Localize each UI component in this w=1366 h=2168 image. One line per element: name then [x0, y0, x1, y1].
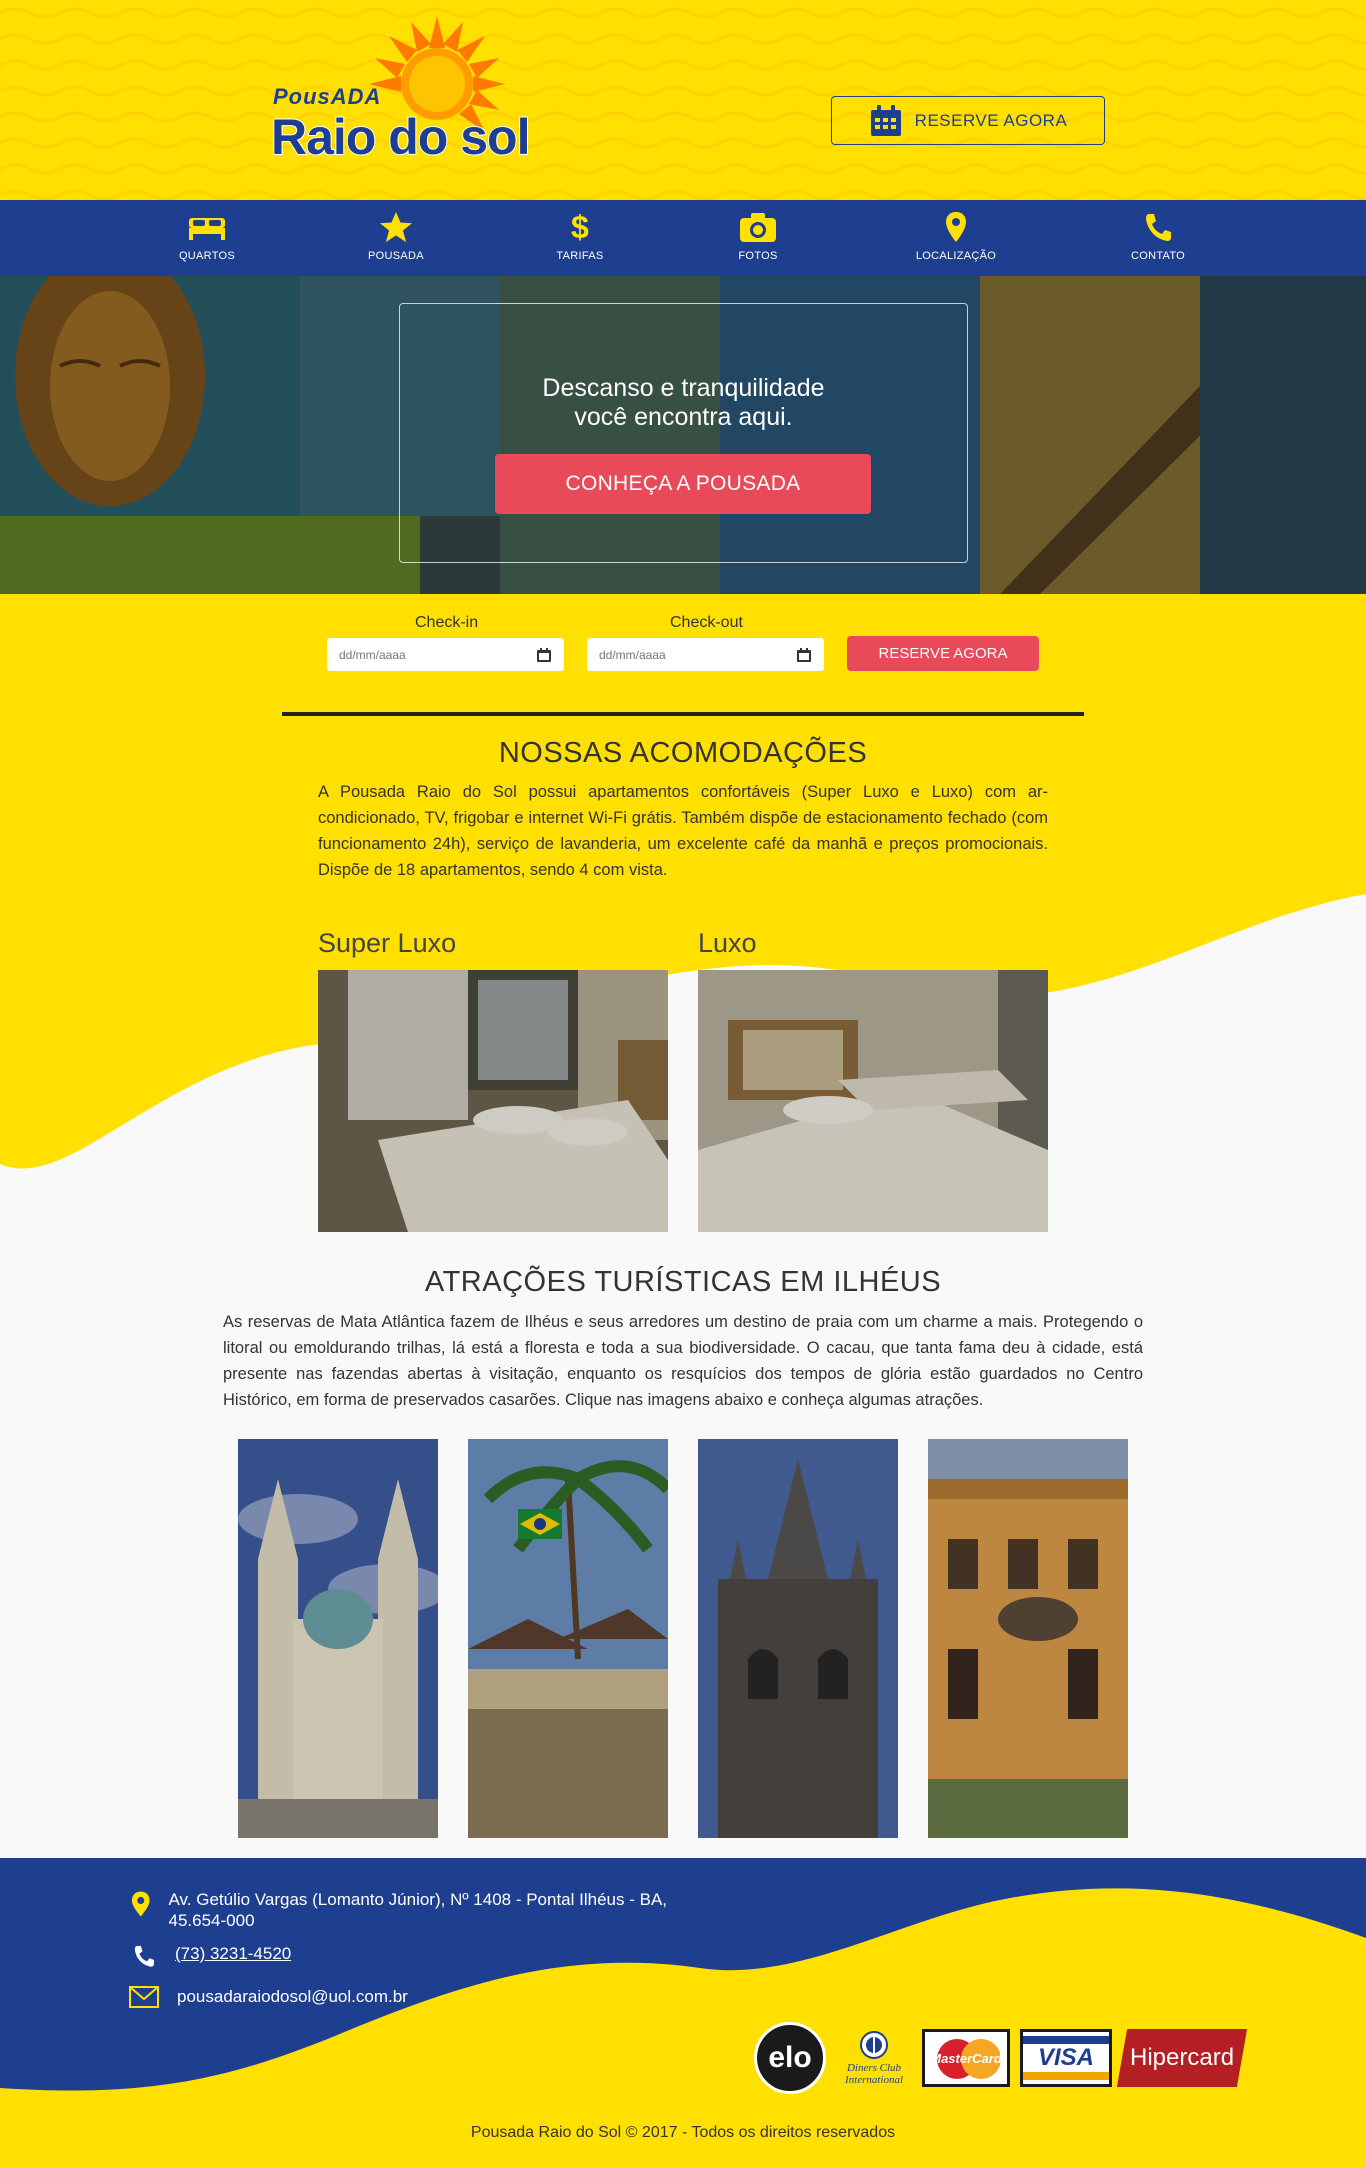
elo-logo-text: elo: [768, 2041, 812, 2074]
calendar-icon: [537, 647, 551, 662]
main-nav: QUARTOS POUSADA $ TARIFAS FOTOS LOCALIZA…: [0, 200, 1366, 276]
reserve-now-header-button[interactable]: RESERVE AGORA: [831, 96, 1105, 145]
visa-logo: VISA: [1020, 2029, 1112, 2087]
checkout-date-input[interactable]: dd/mm/aaaa: [587, 638, 824, 671]
checkout-placeholder: dd/mm/aaaa: [599, 647, 666, 662]
attraction-photo-historic-center[interactable]: [928, 1439, 1128, 1838]
attractions-title: ATRAÇÕES TURÍSTICAS EM ILHÉUS: [424, 1266, 942, 1298]
room-photo-super-luxo[interactable]: [318, 970, 668, 1232]
diners-line2: International: [844, 2073, 904, 2086]
dollar-icon: $: [571, 210, 589, 244]
hero-tagline: Descanso e tranquilidade você encontra a…: [400, 374, 967, 432]
checkin-placeholder: dd/mm/aaaa: [339, 647, 406, 662]
logo-subtitle: PousADA: [273, 84, 382, 109]
gothic-church-image: [698, 1439, 898, 1838]
site-header: PousADA Raio do sol RESERVE AGORA: [0, 0, 1366, 200]
elo-card-logo: elo: [754, 2022, 826, 2094]
logo[interactable]: PousADA Raio do sol: [265, 12, 545, 182]
attraction-photo-gothic-church[interactable]: [698, 1439, 898, 1838]
nav-item-tarifas[interactable]: $ TARIFAS: [510, 210, 650, 262]
reserve-now-button[interactable]: RESERVE AGORA: [847, 636, 1039, 671]
checkout-label: Check-out: [670, 614, 743, 631]
attractions-description: As reservas de Mata Atlântica fazem de I…: [223, 1313, 1143, 1409]
hero-tagline-line2: você encontra aqui.: [574, 403, 793, 431]
attraction-photo-beach[interactable]: [468, 1439, 668, 1838]
nav-label: CONTATO: [1130, 250, 1186, 262]
nav-item-quartos[interactable]: QUARTOS: [137, 210, 277, 262]
accommodations-description: A Pousada Raio do Sol possui apartamento…: [318, 783, 1048, 879]
hero-banner: Descanso e tranquilidade você encontra a…: [0, 276, 1366, 594]
mastercard-logo: MasterCard: [922, 2029, 1010, 2087]
nav-item-contato[interactable]: CONTATO: [1088, 210, 1228, 262]
room-title-luxo: Luxo: [698, 928, 757, 958]
section-divider: [282, 712, 1084, 716]
beach-image: [468, 1439, 668, 1838]
nav-item-localizacao[interactable]: LOCALIZAÇÃO: [886, 210, 1026, 262]
camera-icon: [740, 213, 776, 242]
payment-methods: elo Diners Club International MasterCard…: [754, 2018, 1248, 2098]
diners-line1: Diners Club: [846, 2061, 902, 2074]
nav-item-pousada[interactable]: POUSADA: [326, 210, 466, 262]
hipercard-text: Hipercard: [1129, 2044, 1235, 2071]
email-text: pousadaraiodosol@uol.com.br: [177, 1987, 408, 2006]
room-photo-luxo[interactable]: [698, 970, 1048, 1232]
map-pin-icon: [946, 212, 966, 242]
checkin-label: Check-in: [415, 614, 479, 631]
mastercard-text: MasterCard: [930, 2050, 1002, 2066]
address-text: Av. Getúlio Vargas (Lomanto Júnior), Nº …: [168, 1890, 668, 1930]
yellow-wave-background: [0, 594, 1366, 1169]
room-title-super-luxo: Super Luxo: [318, 928, 457, 958]
attraction-photo-cathedral[interactable]: [238, 1439, 438, 1838]
phone-icon: [134, 1946, 154, 1967]
visa-text: VISA: [1037, 2044, 1094, 2071]
checkin-date-input[interactable]: dd/mm/aaaa: [327, 638, 564, 671]
nav-label: LOCALIZAÇÃO: [915, 250, 997, 262]
star-icon: [380, 212, 412, 242]
discover-pousada-button[interactable]: CONHEÇA A POUSADA: [495, 454, 871, 514]
cathedral-image: [238, 1439, 438, 1838]
footer-phone: (73) 3231-4520: [131, 1943, 291, 1969]
accommodations-title: NOSSAS ACOMODAÇÕES: [498, 737, 868, 769]
phone-icon: [1146, 214, 1171, 241]
calendar-icon: [797, 647, 811, 662]
nav-label: POUSADA: [368, 250, 424, 262]
map-pin-icon: [131, 1891, 150, 1917]
envelope-icon: [129, 1986, 159, 2008]
nav-label: QUARTOS: [178, 250, 236, 262]
nav-label: FOTOS: [738, 250, 778, 262]
luxo-image: [698, 970, 1048, 1232]
super-luxo-image: [318, 970, 668, 1232]
historic-center-image: [928, 1439, 1128, 1838]
diners-card-logo: Diners Club International: [836, 2030, 912, 2086]
wave-pattern: [0, 0, 1366, 200]
logo-title: Raio do sol: [270, 108, 531, 166]
footer-address: Av. Getúlio Vargas (Lomanto Júnior), Nº …: [131, 1889, 691, 1931]
bed-icon: [189, 218, 225, 240]
phone-link[interactable]: (73) 3231-4520: [175, 1943, 291, 1964]
svg-text:$: $: [571, 210, 589, 244]
hero-frame: Descanso e tranquilidade você encontra a…: [399, 303, 968, 563]
nav-label: TARIFAS: [556, 250, 604, 262]
copyright-text: Pousada Raio do Sol © 2017 - Todos os di…: [470, 2124, 896, 2141]
footer-email: pousadaraiodosol@uol.com.br: [129, 1986, 408, 2008]
diners-icon: [860, 2030, 888, 2059]
reserve-now-label: RESERVE AGORA: [914, 110, 1068, 130]
nav-item-fotos[interactable]: FOTOS: [688, 210, 828, 262]
calendar-icon: [870, 104, 901, 136]
hipercard-logo: Hipercard: [1116, 2029, 1248, 2087]
hero-tagline-line1: Descanso e tranquilidade: [542, 374, 825, 402]
